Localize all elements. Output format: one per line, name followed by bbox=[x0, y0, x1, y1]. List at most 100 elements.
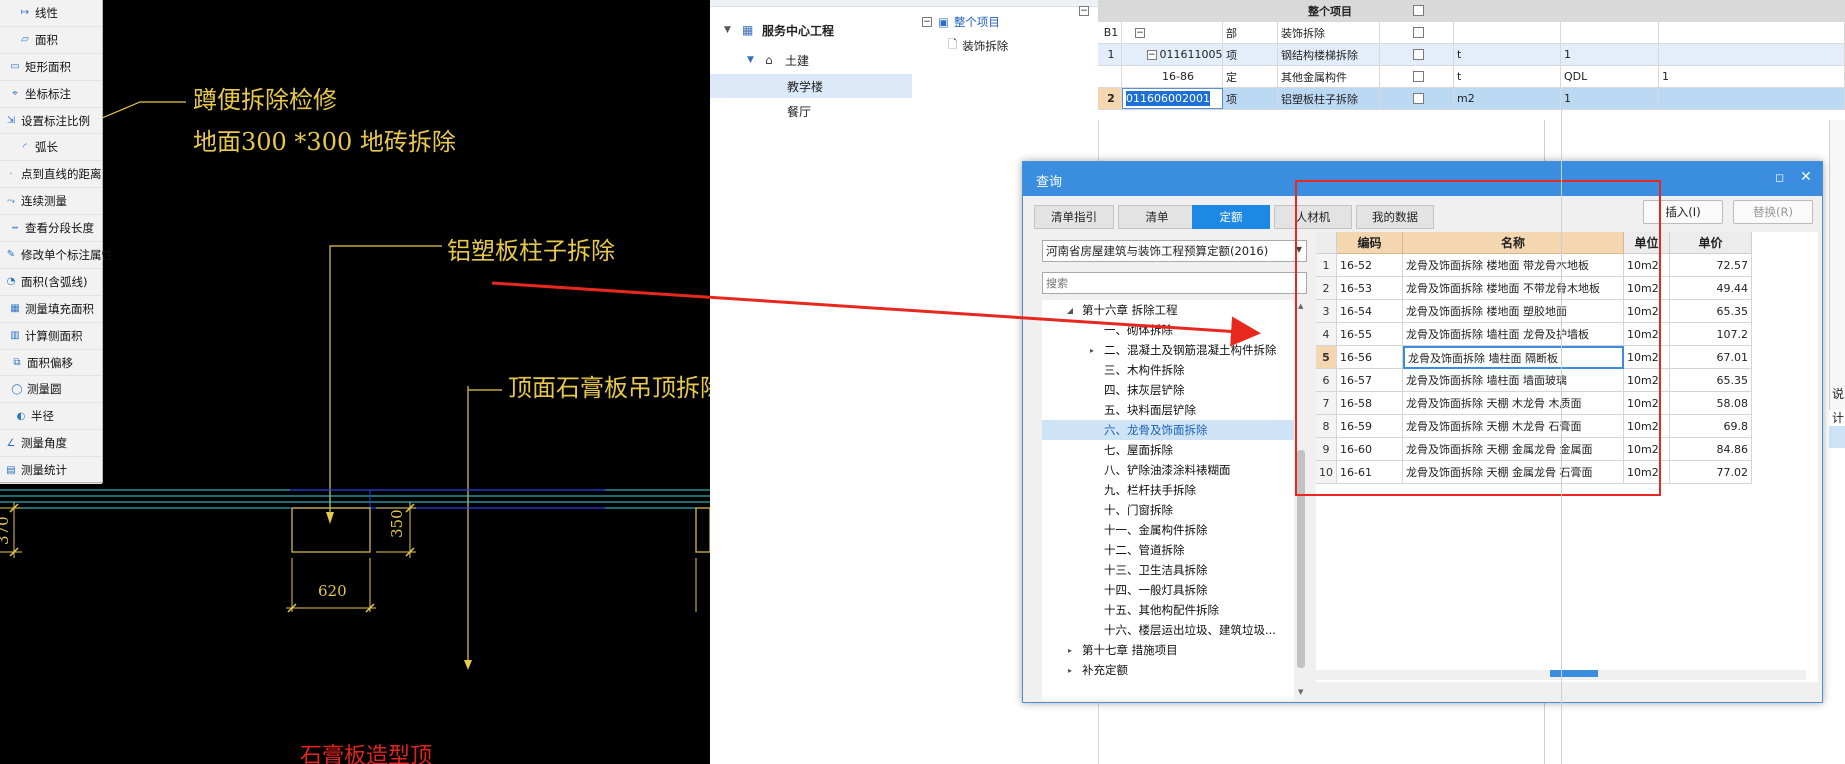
grid-cell-code[interactable]: − bbox=[1076, 0, 1116, 21]
grid-cell-type[interactable]: 部 bbox=[1223, 22, 1278, 43]
table-cell-unit[interactable]: 10m2 bbox=[1624, 254, 1670, 277]
tool-radius[interactable]: ◐ 半径 bbox=[0, 403, 102, 431]
grid-cell-chk[interactable] bbox=[1380, 22, 1454, 43]
grid-cell-idx[interactable] bbox=[1098, 66, 1122, 87]
chapter-tree-item[interactable]: 十二、管道拆除 bbox=[1042, 540, 1294, 560]
quota-search-input[interactable] bbox=[1042, 272, 1307, 294]
chapter-tree-item[interactable]: 十六、楼层运出垃圾、建筑垃圾... bbox=[1042, 620, 1294, 640]
table-cell-name[interactable]: 龙骨及饰面拆除 天棚 木龙骨 石膏面 bbox=[1403, 415, 1624, 438]
grid-cell-unit[interactable]: t bbox=[1454, 66, 1561, 87]
expand-arrow-icon[interactable]: ▸ bbox=[1064, 646, 1076, 655]
tab-my-data[interactable]: 我的数据 bbox=[1356, 205, 1434, 229]
table-cell-name[interactable]: 龙骨及饰面拆除 天棚 金属龙骨 金属面 bbox=[1403, 438, 1624, 461]
table-cell-price[interactable]: 69.8 bbox=[1670, 415, 1752, 438]
grid-row[interactable]: − 整个项目 bbox=[1079, 0, 1845, 22]
tab-bill[interactable]: 清单 bbox=[1118, 205, 1196, 229]
table-cell-code[interactable]: 16-59 bbox=[1337, 415, 1403, 438]
table-cell-unit[interactable]: 10m2 bbox=[1624, 323, 1670, 346]
table-cell-code[interactable]: 16-60 bbox=[1337, 438, 1403, 461]
chapter-tree-item[interactable]: 三、木构件拆除 bbox=[1042, 360, 1294, 380]
table-cell-unit[interactable]: 10m2 bbox=[1624, 392, 1670, 415]
table-cell-price[interactable]: 65.35 bbox=[1670, 300, 1752, 323]
chapter-tree-item[interactable]: 一、砌体拆除 bbox=[1042, 320, 1294, 340]
grid-cell-name[interactable]: 整个项目 bbox=[1278, 0, 1380, 21]
tree-node-civil[interactable]: ▼ ⌂ 土建 bbox=[710, 48, 912, 72]
row-checkbox[interactable] bbox=[1412, 27, 1424, 38]
collapse-arrow-icon[interactable]: ▼ bbox=[747, 55, 759, 65]
tree-scrollbar[interactable]: ▲ ▼ bbox=[1295, 300, 1307, 700]
table-cell-code[interactable]: 16-61 bbox=[1337, 461, 1403, 484]
grid-cell-qty[interactable]: 1 bbox=[1561, 88, 1659, 109]
table-row[interactable]: 7 16-58 龙骨及饰面拆除 天棚 木龙骨 木质面 10m2 58.08 bbox=[1316, 392, 1818, 415]
tool-coordinate[interactable]: ⌖ 坐标标注 bbox=[0, 81, 102, 108]
grid-cell-name[interactable]: 铝塑板柱子拆除 bbox=[1278, 88, 1380, 109]
table-cell-price[interactable]: 65.35 bbox=[1670, 369, 1752, 392]
grid-cell-code[interactable]: − bbox=[1122, 22, 1223, 43]
grid-cell-extra[interactable] bbox=[1659, 44, 1845, 65]
tool-circle[interactable]: ◯ 测量圆 bbox=[0, 376, 102, 404]
grid-row[interactable]: B1 − 部 装饰拆除 bbox=[1098, 22, 1845, 44]
grid-cell-type[interactable]: 项 bbox=[1223, 88, 1278, 109]
tab-labor-material[interactable]: 人材机 bbox=[1274, 205, 1352, 229]
grid-cell-unit[interactable]: t bbox=[1454, 44, 1561, 65]
table-cell-unit[interactable]: 10m2 bbox=[1624, 438, 1670, 461]
chapter-tree-item[interactable]: 九、栏杆扶手拆除 bbox=[1042, 480, 1294, 500]
tree-node-teaching-building[interactable]: 教学楼 bbox=[710, 74, 912, 98]
expand-arrow-icon[interactable]: ▸ bbox=[1086, 346, 1098, 355]
table-cell-price[interactable]: 49.44 bbox=[1670, 277, 1752, 300]
table-cell-unit[interactable]: 10m2 bbox=[1624, 415, 1670, 438]
tool-stats[interactable]: ▤ 测量统计 bbox=[0, 457, 102, 485]
table-cell-price[interactable]: 58.08 bbox=[1670, 392, 1752, 415]
table-row[interactable]: 1 16-52 龙骨及饰面拆除 楼地面 带龙骨木地板 10m2 72.57 bbox=[1316, 254, 1818, 277]
chapter-tree-item[interactable]: 十、门窗拆除 bbox=[1042, 500, 1294, 520]
tool-fill-area[interactable]: ▦ 测量填充面积 bbox=[0, 296, 102, 323]
collapse-arrow-icon[interactable]: ▼ bbox=[724, 25, 736, 35]
tree-node-project[interactable]: ▼ ▦ 服务中心工程 bbox=[710, 18, 912, 42]
grid-cell-name[interactable]: 装饰拆除 bbox=[1278, 22, 1380, 43]
table-header-price[interactable]: 单价 bbox=[1670, 232, 1752, 254]
tab-bill-guide[interactable]: 清单指引 bbox=[1034, 205, 1114, 229]
chapter-tree-item[interactable]: 十五、其他构配件拆除 bbox=[1042, 600, 1294, 620]
tool-rect-area[interactable]: ▭ 矩形面积 bbox=[0, 54, 102, 81]
table-hscroll-thumb[interactable] bbox=[1550, 670, 1598, 677]
chapter-tree-item[interactable]: 十三、卫生洁具拆除 bbox=[1042, 560, 1294, 580]
grid-cell-idx[interactable]: 1 bbox=[1098, 44, 1122, 65]
grid-cell-extra[interactable] bbox=[1659, 22, 1845, 43]
table-cell-name[interactable]: 龙骨及饰面拆除 墙柱面 龙骨及护墙板 bbox=[1403, 323, 1624, 346]
table-cell-code[interactable]: 16-58 bbox=[1337, 392, 1403, 415]
grid-cell-chk[interactable] bbox=[1380, 66, 1454, 87]
collapse-box-icon[interactable]: − bbox=[1147, 49, 1157, 60]
item-tree-child[interactable]: 🗋 装饰拆除 bbox=[948, 36, 1008, 56]
tool-arc-area[interactable]: ◔ 面积(含弧线) bbox=[0, 269, 102, 296]
table-header-code[interactable]: 编码 bbox=[1337, 232, 1403, 254]
grid-cell-code[interactable]: 011606002001 bbox=[1122, 88, 1223, 109]
close-icon[interactable]: ✕ bbox=[1800, 169, 1812, 185]
cad-canvas[interactable]: 蹲便拆除检修 地面300 *300 地砖拆除 铝塑板柱子拆除 顶面石膏板吊顶拆除… bbox=[0, 0, 710, 764]
row-checkbox[interactable] bbox=[1412, 49, 1424, 60]
tool-area[interactable]: ▱ 面积 bbox=[0, 27, 102, 54]
table-cell-price[interactable]: 72.57 bbox=[1670, 254, 1752, 277]
tree-node-canteen[interactable]: 餐厅 bbox=[710, 99, 912, 123]
grid-cell-code[interactable]: −011611005001 bbox=[1122, 44, 1223, 65]
table-cell-unit[interactable]: 10m2 bbox=[1624, 277, 1670, 300]
table-cell-unit[interactable]: 10m2 bbox=[1624, 369, 1670, 392]
table-cell-name[interactable]: 龙骨及饰面拆除 天棚 金属龙骨 石膏面 bbox=[1403, 461, 1624, 484]
table-cell-price[interactable]: 77.02 bbox=[1670, 461, 1752, 484]
table-row[interactable]: 10 16-61 龙骨及饰面拆除 天棚 金属龙骨 石膏面 10m2 77.02 bbox=[1316, 461, 1818, 484]
row-checkbox[interactable] bbox=[1412, 71, 1424, 82]
expand-arrow-icon[interactable]: ▸ bbox=[1064, 666, 1076, 675]
chapter-tree-item[interactable]: ◢ 第十六章 拆除工程 bbox=[1042, 300, 1294, 320]
scroll-up-icon[interactable]: ▲ bbox=[1298, 302, 1303, 310]
row-checkbox[interactable] bbox=[1412, 93, 1424, 104]
tool-side-area[interactable]: ▥ 计算侧面积 bbox=[0, 323, 102, 350]
chapter-tree-item[interactable]: ▸ 二、混凝土及钢筋混凝土构件拆除 bbox=[1042, 340, 1294, 360]
grid-cell-unit[interactable] bbox=[1454, 0, 1561, 21]
chapter-tree-item[interactable]: 六、龙骨及饰面拆除 bbox=[1042, 420, 1294, 440]
replace-button[interactable]: 替换(R) bbox=[1733, 200, 1813, 224]
collapse-box-icon[interactable]: − bbox=[1079, 5, 1089, 16]
tool-edit-dim[interactable]: ✎ 修改单个标注属性 bbox=[0, 242, 113, 269]
grid-cell-qty[interactable] bbox=[1561, 0, 1659, 21]
table-row[interactable]: 3 16-54 龙骨及饰面拆除 楼地面 塑胶地面 10m2 65.35 bbox=[1316, 300, 1818, 323]
tab-quota[interactable]: 定额 bbox=[1192, 205, 1270, 229]
chapter-tree-item[interactable]: 八、铲除油漆涂料裱糊面 bbox=[1042, 460, 1294, 480]
